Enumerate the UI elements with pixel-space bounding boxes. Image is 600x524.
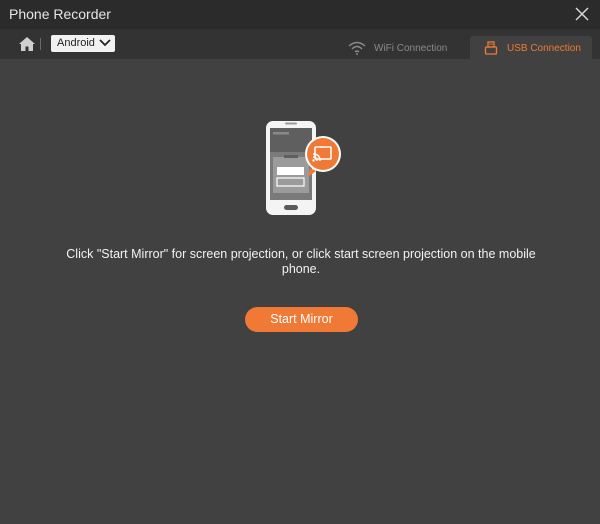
chevron-down-icon	[99, 39, 111, 47]
start-mirror-button[interactable]: Start Mirror	[245, 307, 358, 332]
close-icon	[575, 7, 589, 21]
toolbar: Android WiFi Connection USB Connection	[0, 29, 600, 59]
close-button[interactable]	[572, 4, 592, 24]
device-type-select[interactable]: Android	[51, 35, 115, 52]
device-type-value: Android	[57, 37, 95, 49]
tab-usb-label: USB Connection	[507, 43, 581, 54]
phone-mirror-illustration	[264, 119, 346, 219]
instruction-text: Click "Start Mirror" for screen projecti…	[66, 247, 536, 276]
tab-usb-connection[interactable]: USB Connection	[470, 36, 592, 59]
tab-wifi-label: WiFi Connection	[374, 43, 448, 54]
home-button[interactable]	[18, 36, 36, 52]
window-title: Phone Recorder	[9, 6, 111, 22]
phone-recorder-window: Phone Recorder Android WiFi Connection U…	[0, 0, 600, 524]
home-icon	[19, 37, 35, 51]
usb-icon	[484, 41, 498, 55]
tab-wifi-connection[interactable]: WiFi Connection	[338, 36, 460, 59]
title-bar: Phone Recorder	[0, 0, 600, 29]
toolbar-divider	[40, 38, 41, 50]
phone-mirror-icon	[266, 121, 341, 215]
wifi-icon	[348, 41, 366, 55]
